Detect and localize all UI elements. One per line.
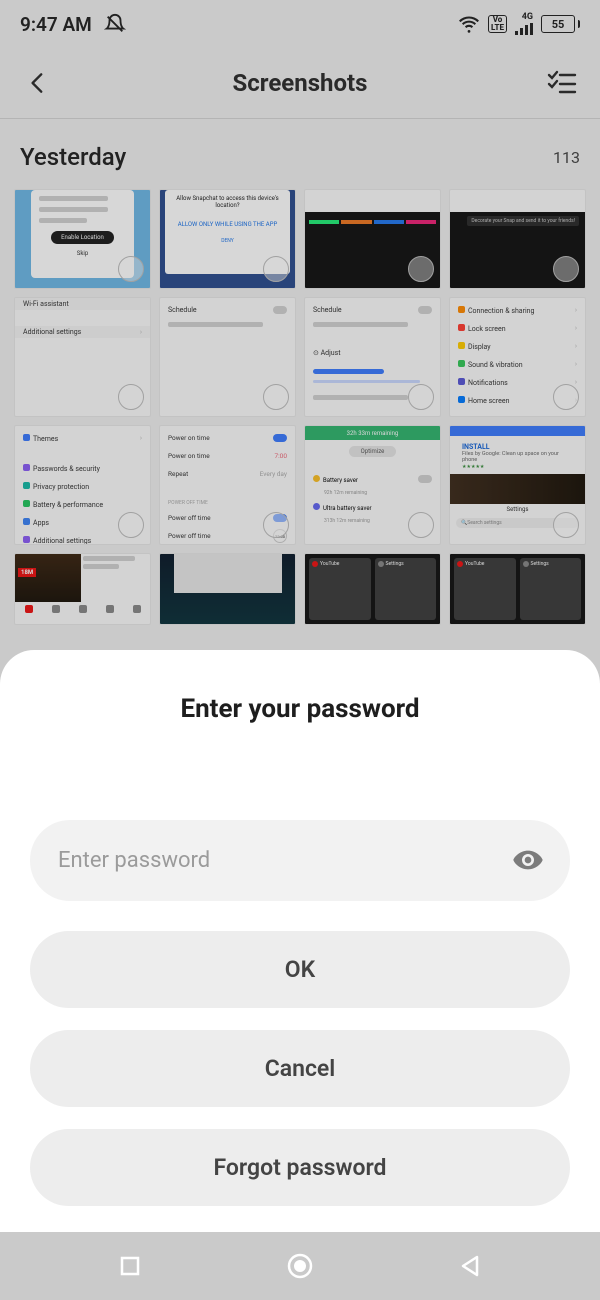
- forgot-password-button[interactable]: Forgot password: [30, 1129, 570, 1206]
- thumbnail[interactable]: Connection & sharing› Lock screen› Displ…: [449, 297, 586, 417]
- thumbnail[interactable]: 18M: [14, 553, 151, 625]
- dnd-icon: [104, 13, 126, 35]
- selection-ring[interactable]: [118, 256, 144, 282]
- sheet-title: Enter your password: [30, 694, 570, 724]
- wifi-icon: [458, 13, 480, 35]
- square-icon: [120, 1256, 140, 1276]
- selection-ring[interactable]: [553, 256, 579, 282]
- signal-icon: 4G: [515, 13, 533, 35]
- circle-icon: [286, 1252, 314, 1280]
- status-time: 9:47 AM: [20, 13, 92, 36]
- selection-ring[interactable]: [118, 384, 144, 410]
- selection-ring[interactable]: [408, 384, 434, 410]
- thumbnail[interactable]: Themes› Passwords & security Privacy pro…: [14, 425, 151, 545]
- cancel-button[interactable]: Cancel: [30, 1030, 570, 1107]
- thumbnail[interactable]: YouTube Settings: [304, 553, 441, 625]
- thumbnail[interactable]: INSTALL Files by Google: Clean up space …: [449, 425, 586, 545]
- section-title: Yesterday: [20, 143, 126, 171]
- thumbnail[interactable]: Allow Snapchat to access this device's l…: [159, 189, 296, 289]
- back-button[interactable]: [18, 63, 58, 103]
- eye-icon: [512, 844, 544, 876]
- recent-apps-button[interactable]: [90, 1246, 170, 1286]
- selection-ring[interactable]: [553, 384, 579, 410]
- thumbnail[interactable]: Enable Location Skip: [14, 189, 151, 289]
- thumbnail[interactable]: [304, 189, 441, 289]
- selection-ring[interactable]: [408, 256, 434, 282]
- password-input[interactable]: [58, 848, 510, 873]
- thumbnail[interactable]: Schedule ⊙ Adjust: [304, 297, 441, 417]
- system-navbar: [0, 1232, 600, 1300]
- page-title: Screenshots: [58, 69, 542, 97]
- toggle-visibility-button[interactable]: [510, 842, 546, 878]
- password-sheet: Enter your password OK Cancel Forgot pas…: [0, 650, 600, 1232]
- thumbnail[interactable]: Power on time Power on time7:00 RepeatEv…: [159, 425, 296, 545]
- selection-ring[interactable]: [263, 384, 289, 410]
- triangle-back-icon: [460, 1255, 480, 1277]
- selection-ring[interactable]: [263, 256, 289, 282]
- battery-icon: 55: [541, 15, 580, 33]
- section-count: 113: [553, 148, 580, 167]
- selection-ring[interactable]: [118, 512, 144, 538]
- section-header: Yesterday 113: [0, 119, 600, 189]
- selection-ring[interactable]: [263, 512, 289, 538]
- thumbnail-grid: Enable Location Skip Allow Snapchat to a…: [0, 189, 600, 625]
- volte-icon: Vo LTE: [488, 15, 507, 33]
- password-field-wrapper: [30, 820, 570, 901]
- app-header: Screenshots: [0, 48, 600, 118]
- selection-ring[interactable]: [553, 512, 579, 538]
- ok-button[interactable]: OK: [30, 931, 570, 1008]
- thumbnail[interactable]: 32h 33m remaining Optimize Battery saver…: [304, 425, 441, 545]
- thumbnail[interactable]: Wi-Fi assistant Additional settings›: [14, 297, 151, 417]
- back-nav-button[interactable]: [430, 1246, 510, 1286]
- thumbnail[interactable]: Decorate your Snap and send it to your f…: [449, 189, 586, 289]
- thumbnail[interactable]: YouTube Settings: [449, 553, 586, 625]
- thumbnail[interactable]: Schedule: [159, 297, 296, 417]
- home-button[interactable]: [260, 1246, 340, 1286]
- selection-ring[interactable]: [408, 512, 434, 538]
- select-all-button[interactable]: [542, 63, 582, 103]
- thumbnail[interactable]: [159, 553, 296, 625]
- status-bar: 9:47 AM Vo LTE 4G 55: [0, 0, 600, 48]
